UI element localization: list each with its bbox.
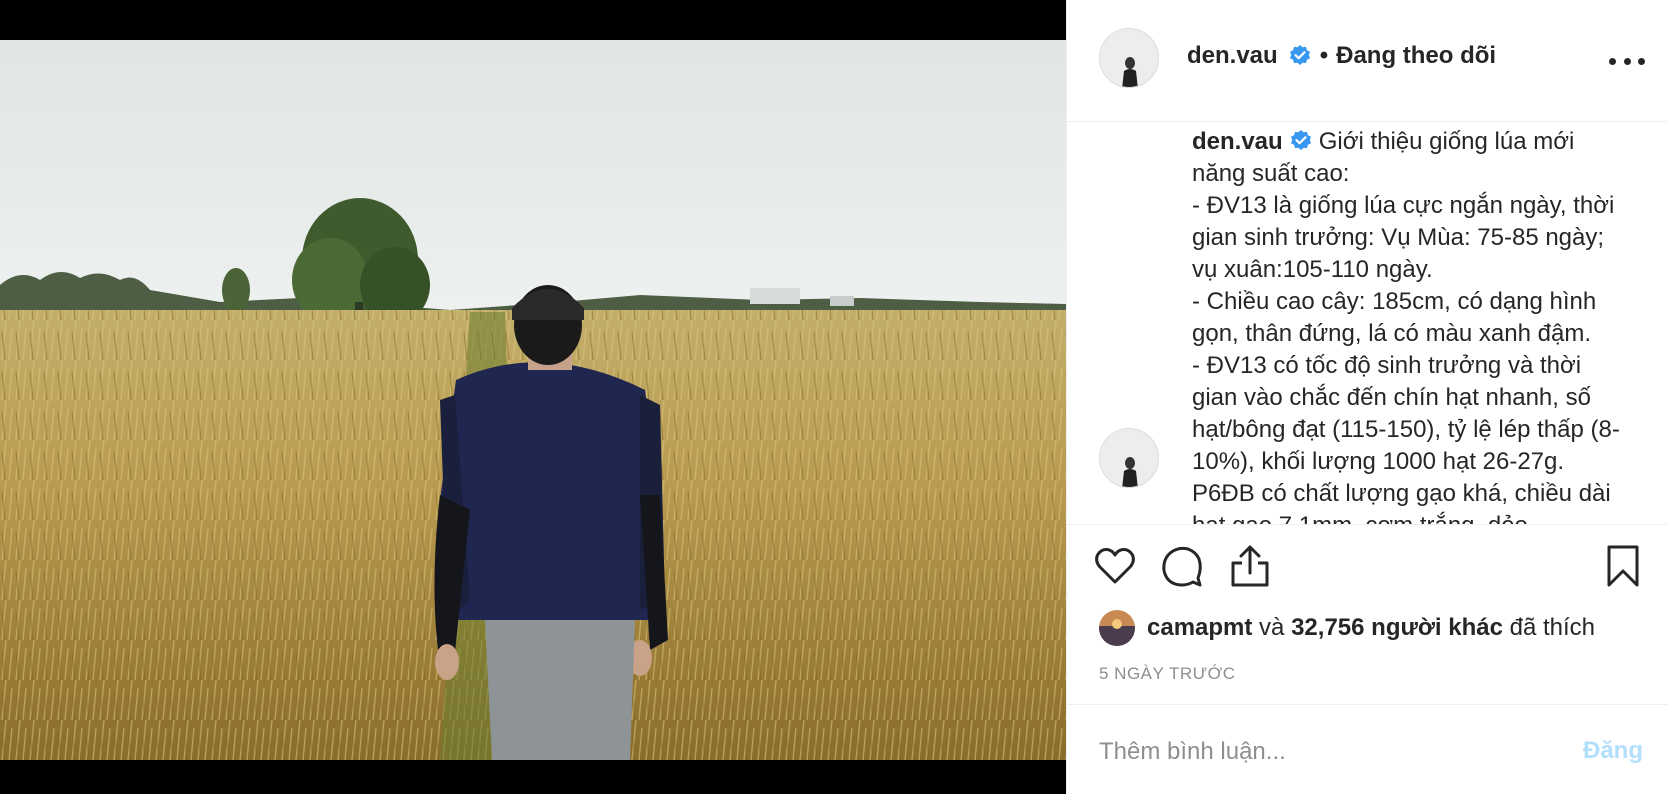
liker-avatar[interactable] (1099, 610, 1135, 646)
likes-summary: camapmt và 32,756 người khác đã thích (1099, 610, 1595, 646)
more-options-button[interactable] (1609, 46, 1645, 76)
first-liker-link[interactable]: camapmt (1147, 614, 1252, 642)
avatar[interactable] (1099, 28, 1159, 88)
more-options-icon (1623, 57, 1631, 65)
post-photo[interactable] (0, 40, 1066, 760)
caption-scroll-area[interactable]: den.vau Giới thiệu giống lúa mới năng su… (1067, 122, 1668, 525)
post-timestamp[interactable]: 5 NGÀY TRƯỚC (1099, 664, 1236, 684)
verified-badge-icon (1290, 130, 1311, 150)
avatar-image (1100, 29, 1158, 87)
post-caption: den.vau Giới thiệu giống lúa mới năng su… (1192, 126, 1632, 524)
more-options-icon (1638, 57, 1645, 65)
follow-status-button[interactable]: Đang theo dõi (1336, 42, 1496, 70)
liker-avatar-image (1099, 610, 1135, 646)
comment-bar: Đăng (1067, 704, 1668, 794)
heart-icon[interactable] (1093, 544, 1137, 588)
caption-text-line: - Chiều cao cây: 185cm, có dạng hình gọn… (1192, 288, 1597, 347)
caption-text-line: - ĐV13 là giống lúa cực ngắn ngày, thời … (1192, 192, 1615, 283)
username-link[interactable]: den.vau (1187, 42, 1278, 70)
avatar[interactable] (1099, 428, 1159, 488)
likes-conjunction: và (1259, 614, 1285, 641)
bookmark-icon[interactable] (1601, 544, 1645, 588)
rice-field-photo (0, 40, 1066, 760)
comment-input[interactable] (1099, 735, 1539, 769)
more-options-icon (1609, 57, 1616, 65)
likes-suffix: đã thích (1509, 614, 1596, 641)
post-comment-button[interactable]: Đăng (1583, 737, 1643, 765)
avatar-image (1100, 429, 1158, 487)
comment-bubble-icon[interactable] (1160, 544, 1204, 588)
other-likers-link[interactable]: 32,756 người khác (1291, 614, 1503, 642)
header-user-info: den.vau • Đang theo dõi (1187, 42, 1496, 70)
post-header: den.vau • Đang theo dõi (1067, 0, 1668, 122)
caption-text-line: - ĐV13 có tốc độ sinh trưởng và thời gia… (1192, 352, 1620, 524)
verified-badge-icon (1289, 45, 1310, 65)
post-actions-bar (1067, 540, 1668, 600)
share-icon[interactable] (1228, 544, 1272, 588)
post-media (0, 0, 1066, 794)
post-details-panel: den.vau • Đang theo dõi den.vau Giới thi… (1066, 0, 1668, 794)
caption-username-link[interactable]: den.vau (1192, 128, 1283, 155)
separator-dot: • (1319, 42, 1329, 69)
